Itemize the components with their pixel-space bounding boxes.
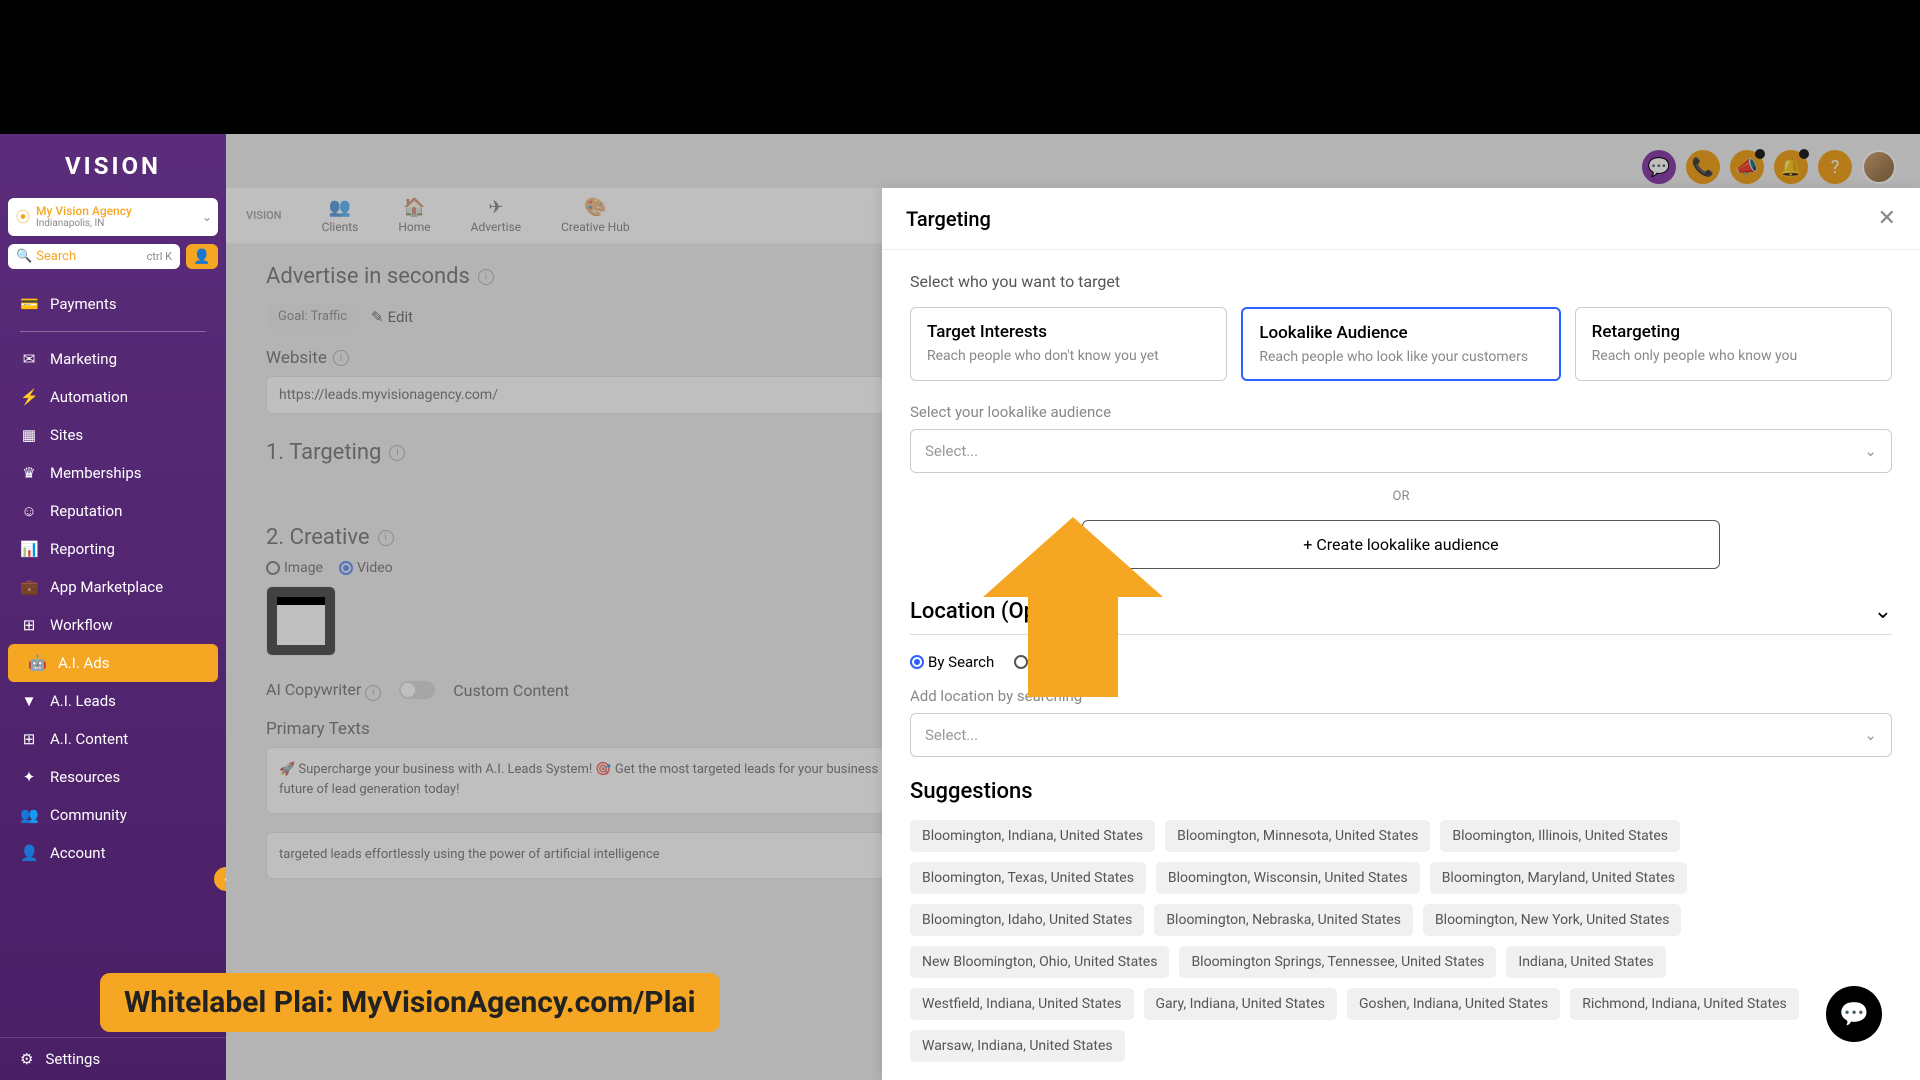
workflow-icon: ⊞ xyxy=(20,616,38,634)
sidebar-item-memberships[interactable]: ♛Memberships xyxy=(0,454,226,492)
search-kbd: ctrl K xyxy=(147,250,172,263)
close-icon[interactable]: ✕ xyxy=(1878,206,1896,231)
agency-selector[interactable]: ⦿ My Vision Agency Indianapolis, IN ⌄ xyxy=(8,198,218,236)
sidebar-item-payments[interactable]: 💳Payments xyxy=(0,285,226,323)
pin-icon: ⦿ xyxy=(16,207,30,227)
or-text: OR xyxy=(910,489,1892,504)
resources-icon: ✦ xyxy=(20,768,38,786)
aileads-icon: ▼ xyxy=(20,692,38,710)
sidebar-item-reputation[interactable]: ☺Reputation xyxy=(0,492,226,530)
modal-title: Targeting xyxy=(906,207,991,231)
sidebar-item-account[interactable]: 👤Account xyxy=(0,834,226,872)
modal-body: Select who you want to target Target Int… xyxy=(882,250,1920,1080)
automation-icon: ⚡ xyxy=(20,388,38,406)
user-icon: 👤 xyxy=(193,249,210,265)
suggestions-title: Suggestions xyxy=(910,779,1892,804)
sidebar: VISION ⦿ My Vision Agency Indianapolis, … xyxy=(0,134,226,1080)
chat-fab[interactable]: 💬 xyxy=(1826,986,1882,1042)
suggestion-chip[interactable]: Bloomington, Illinois, United States xyxy=(1440,820,1680,852)
chevron-down-icon: ⌄ xyxy=(1864,726,1877,744)
search-placeholder: Search xyxy=(36,249,142,264)
card-target-interests[interactable]: Target Interests Reach people who don't … xyxy=(910,307,1227,381)
sidebar-item-automation[interactable]: ⚡Automation xyxy=(0,378,226,416)
community-icon: 👥 xyxy=(20,806,38,824)
sidebar-item-aiads[interactable]: 🤖A.I. Ads xyxy=(8,644,218,682)
create-lookalike-button[interactable]: + Create lookalike audience xyxy=(1082,520,1720,569)
sidebar-item-marketing[interactable]: ✉Marketing xyxy=(0,340,226,378)
user-button[interactable]: 👤 xyxy=(186,244,218,269)
sidebar-item-community[interactable]: 👥Community xyxy=(0,796,226,834)
suggestion-chip[interactable]: Bloomington, Wisconsin, United States xyxy=(1156,862,1420,894)
sidebar-item-aicontent[interactable]: ⊞A.I. Content xyxy=(0,720,226,758)
suggestion-chip[interactable]: Bloomington, New York, United States xyxy=(1423,904,1682,936)
suggestion-chip[interactable]: Bloomington, Texas, United States xyxy=(910,862,1146,894)
whitelabel-banner: Whitelabel Plai: MyVisionAgency.com/Plai xyxy=(100,973,720,1032)
target-cards: Target Interests Reach people who don't … xyxy=(910,307,1892,381)
top-black-bar xyxy=(0,0,1920,134)
add-location-label: Add location by searching xyxy=(910,687,1892,705)
sidebar-item-aileads[interactable]: ▼A.I. Leads xyxy=(0,682,226,720)
suggestion-chip[interactable]: Indiana, United States xyxy=(1506,946,1665,978)
sidebar-item-sites[interactable]: ▦Sites xyxy=(0,416,226,454)
aicontent-icon: ⊞ xyxy=(20,730,38,748)
suggestion-chip[interactable]: Goshen, Indiana, United States xyxy=(1347,988,1560,1020)
nav-divider xyxy=(20,331,206,332)
suggestion-chip[interactable]: Bloomington, Minnesota, United States xyxy=(1165,820,1430,852)
reporting-icon: 📊 xyxy=(20,540,38,558)
suggestion-chip[interactable]: Bloomington, Maryland, United States xyxy=(1430,862,1687,894)
suggestion-chip[interactable]: New Bloomington, Ohio, United States xyxy=(910,946,1169,978)
memberships-icon: ♛ xyxy=(20,464,38,482)
reputation-icon: ☺ xyxy=(20,502,38,520)
lookalike-select[interactable]: Select... ⌄ xyxy=(910,429,1892,473)
suggestion-chip[interactable]: Bloomington, Nebraska, United States xyxy=(1154,904,1413,936)
chevron-icon: ⌄ xyxy=(202,210,212,224)
chevron-down-icon: ⌄ xyxy=(1864,442,1877,460)
sidebar-item-marketplace[interactable]: 💼App Marketplace xyxy=(0,568,226,606)
nav-list: 💳Payments ✉Marketing ⚡Automation ▦Sites … xyxy=(0,285,226,1037)
suggestion-chip[interactable]: Warsaw, Indiana, United States xyxy=(910,1030,1125,1062)
sidebar-item-workflow[interactable]: ⊞Workflow xyxy=(0,606,226,644)
radio-by-search[interactable]: By Search xyxy=(910,653,994,671)
suggestion-chip[interactable]: Bloomington Springs, Tennessee, United S… xyxy=(1179,946,1496,978)
card-lookalike[interactable]: Lookalike Audience Reach people who look… xyxy=(1241,307,1560,381)
marketplace-icon: 💼 xyxy=(20,578,38,596)
sidebar-item-resources[interactable]: ✦Resources xyxy=(0,758,226,796)
marketing-icon: ✉ xyxy=(20,350,38,368)
location-header[interactable]: Location (Optional) ⌄ xyxy=(910,599,1892,635)
sites-icon: ▦ xyxy=(20,426,38,444)
suggestion-chip[interactable]: Richmond, Indiana, United States xyxy=(1570,988,1799,1020)
search-icon: 🔍 xyxy=(16,249,32,264)
card-retargeting[interactable]: Retargeting Reach only people who know y… xyxy=(1575,307,1892,381)
account-icon: 👤 xyxy=(20,844,38,862)
suggestion-chip[interactable]: Westfield, Indiana, United States xyxy=(910,988,1134,1020)
suggestion-chips: Bloomington, Indiana, United StatesBloom… xyxy=(910,820,1892,1062)
agency-name: My Vision Agency xyxy=(36,204,132,218)
location-select[interactable]: Select... ⌄ xyxy=(910,713,1892,757)
agency-location: Indianapolis, IN xyxy=(36,218,132,230)
suggestion-chip[interactable]: Bloomington, Idaho, United States xyxy=(910,904,1144,936)
chevron-down-icon: ⌄ xyxy=(1874,599,1892,624)
logo-text: VISION xyxy=(65,152,161,180)
settings-icon: ⚙ xyxy=(20,1050,33,1068)
suggestion-chip[interactable]: Gary, Indiana, United States xyxy=(1144,988,1338,1020)
search-input[interactable]: 🔍 Search ctrl K xyxy=(8,244,180,269)
modal-header: Targeting ✕ xyxy=(882,188,1920,250)
suggestion-chip[interactable]: Bloomington, Indiana, United States xyxy=(910,820,1155,852)
main-area: 💬 📞 📣 🔔 ? VISION 👥Clients 🏠Home ✈Adverti… xyxy=(226,134,1920,1080)
lookalike-label: Select your lookalike audience xyxy=(910,403,1892,421)
who-label: Select who you want to target xyxy=(910,272,1892,291)
sidebar-item-settings[interactable]: ⚙Settings xyxy=(0,1037,226,1080)
payments-icon: 💳 xyxy=(20,295,38,313)
app-area: VISION ⦿ My Vision Agency Indianapolis, … xyxy=(0,134,1920,1080)
sidebar-item-reporting[interactable]: 📊Reporting xyxy=(0,530,226,568)
radio-by-radius[interactable]: By Radius xyxy=(1014,653,1098,671)
targeting-modal: Targeting ✕ Select who you want to targe… xyxy=(882,188,1920,1080)
logo: VISION xyxy=(0,152,226,180)
aiads-icon: 🤖 xyxy=(28,654,46,672)
